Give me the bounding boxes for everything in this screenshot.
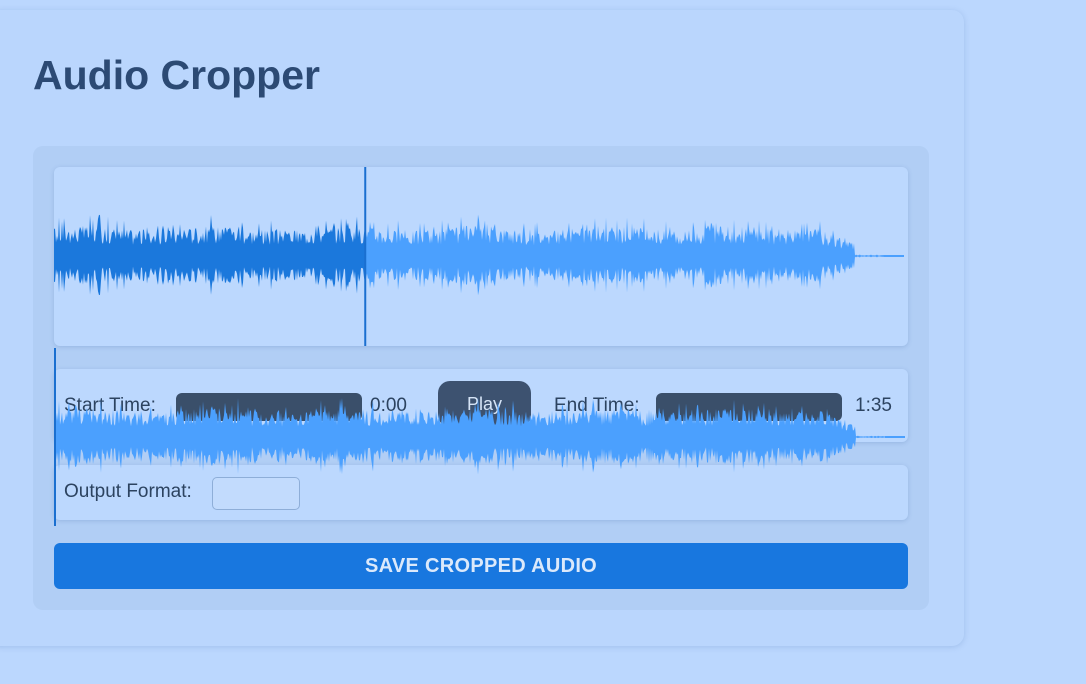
play-button[interactable]: Play bbox=[438, 381, 531, 427]
format-row: Output Format: bbox=[54, 465, 908, 520]
waveform-unplayed bbox=[365, 214, 884, 296]
start-time-value: 0:00 bbox=[370, 395, 407, 416]
output-format-label: Output Format: bbox=[64, 481, 192, 502]
waveform-played bbox=[54, 214, 366, 296]
end-time-label: End Time: bbox=[554, 395, 640, 416]
start-time-slider[interactable] bbox=[176, 393, 362, 421]
end-time-slider[interactable] bbox=[656, 393, 842, 421]
end-time-value: 1:35 bbox=[855, 395, 892, 416]
page-title: Audio Cropper bbox=[33, 52, 320, 98]
save-cropped-audio-button[interactable]: SAVE CROPPED AUDIO bbox=[54, 543, 908, 589]
output-format-select[interactable] bbox=[212, 477, 300, 510]
waveform-container[interactable] bbox=[54, 167, 908, 346]
waveform[interactable] bbox=[54, 167, 908, 346]
start-time-label: Start Time: bbox=[64, 395, 156, 416]
